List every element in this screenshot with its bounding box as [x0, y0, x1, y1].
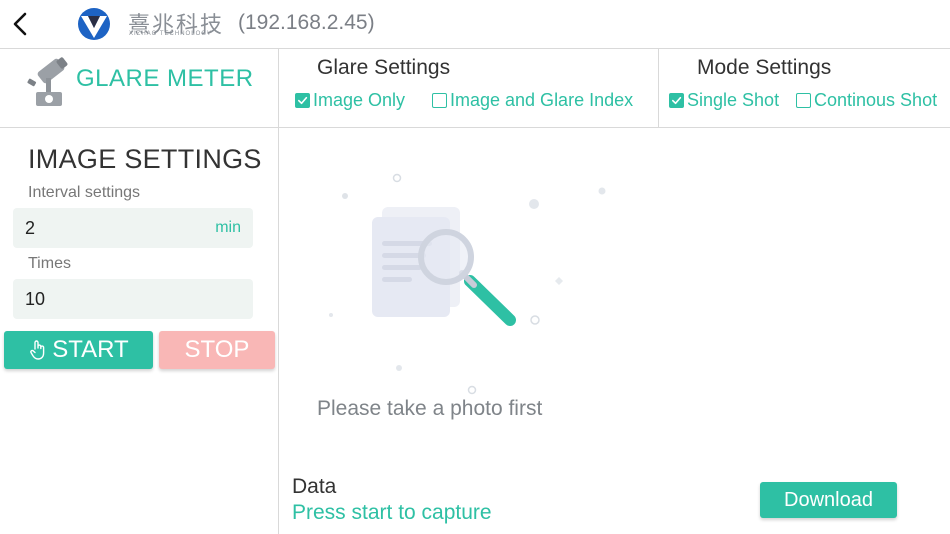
checkbox-checked-icon[interactable] — [295, 93, 310, 108]
checkbox-unchecked-icon[interactable] — [796, 93, 811, 108]
option-image-only[interactable]: Image Only — [295, 90, 405, 111]
settings-row-divider — [0, 127, 950, 128]
option-label: Image Only — [313, 90, 406, 110]
hand-pointer-icon — [30, 340, 45, 360]
start-label: START — [52, 336, 129, 363]
data-status: Press start to capture — [292, 501, 492, 524]
option-continuous-shot[interactable]: Continous Shot — [796, 90, 937, 111]
sidebar-divider — [278, 48, 279, 534]
back-chevron-icon[interactable] — [6, 8, 36, 40]
times-label: Times — [28, 255, 71, 272]
download-label: Download — [784, 488, 873, 511]
checkbox-checked-icon[interactable] — [669, 93, 684, 108]
company-logo-icon — [76, 7, 112, 41]
stop-button[interactable]: STOP — [159, 331, 275, 369]
option-continuous-shot-clip: Continous Shot — [796, 88, 950, 116]
document-search-icon — [320, 165, 620, 395]
interval-label: Interval settings — [28, 184, 141, 201]
image-settings-title: IMAGE SETTINGS — [28, 144, 262, 174]
checkbox-unchecked-icon[interactable] — [432, 93, 447, 108]
interval-unit: min — [215, 219, 241, 236]
option-label: Image and Glare Index — [450, 90, 634, 110]
glare-settings-title: Glare Settings — [317, 56, 451, 79]
data-label: Data — [292, 475, 337, 498]
interval-field[interactable]: 2 min — [13, 208, 253, 248]
empty-state-text: Please take a photo first — [317, 397, 543, 420]
mode-settings-title: Mode Settings — [697, 56, 832, 79]
option-image-and-glare-index[interactable]: Image and Glare Index — [432, 90, 633, 111]
app-title: GLARE METER — [76, 65, 254, 92]
option-label: Single Shot — [687, 90, 780, 110]
company-name-en: XIZHAO TECHNOLOGY — [129, 31, 212, 37]
device-ip: (192.168.2.45) — [238, 11, 375, 34]
camera-icon — [24, 56, 70, 108]
times-value: 10 — [25, 289, 46, 309]
times-field[interactable]: 10 — [13, 279, 253, 319]
option-single-shot[interactable]: Single Shot — [669, 90, 779, 111]
download-button[interactable]: Download — [760, 482, 897, 518]
settings-divider — [658, 48, 659, 127]
stop-label: STOP — [184, 336, 250, 363]
start-button[interactable]: START — [4, 331, 153, 369]
interval-value: 2 — [25, 218, 36, 238]
option-label: Continous Shot — [814, 90, 938, 110]
